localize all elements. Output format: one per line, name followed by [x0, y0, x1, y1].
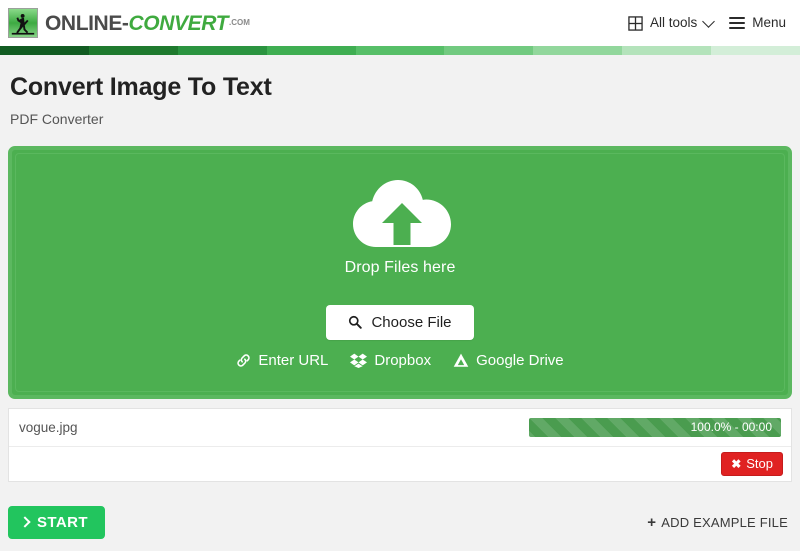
gradient-segment-5 — [444, 46, 534, 55]
upload-progress-label: 100.0% - 00:00 — [690, 420, 772, 435]
add-example-file-label: ADD EXAMPLE FILE — [661, 514, 788, 530]
running-man-logo-icon — [8, 8, 38, 38]
upload-progress-bar: 100.0% - 00:00 — [529, 417, 781, 437]
dropbox-link[interactable]: Dropbox — [350, 352, 431, 369]
google-drive-label: Google Drive — [476, 351, 564, 369]
close-icon: ✖ — [731, 456, 742, 471]
gradient-segment-6 — [533, 46, 623, 55]
gradient-segment-2 — [177, 46, 267, 55]
drop-files-text: Drop Files here — [344, 258, 456, 276]
chevron-right-icon — [19, 516, 31, 528]
grid-icon — [628, 15, 643, 31]
all-tools-menu[interactable]: All tools — [628, 14, 716, 31]
gradient-segment-7 — [622, 46, 712, 55]
page-subtitle: PDF Converter — [10, 110, 104, 127]
upload-progress-fill: 100.0% - 00:00 — [529, 417, 781, 437]
brand-logo[interactable]: ONLINE- CONVERT .COM — [8, 8, 250, 38]
brand-text-green: CONVERT — [128, 11, 229, 35]
brand-text-dark: ONLINE- — [45, 11, 129, 35]
gradient-segment-1 — [88, 46, 178, 55]
enter-url-label: Enter URL — [258, 351, 329, 369]
all-tools-label: All tools — [649, 15, 698, 31]
choose-file-label: Choose File — [371, 313, 452, 331]
stop-button[interactable]: ✖ Stop — [721, 451, 783, 476]
file-dropzone[interactable]: Drop Files here Choose File Enter URL Dr… — [8, 145, 792, 399]
dropzone-wrapper: Drop Files here Choose File Enter URL Dr… — [8, 145, 792, 399]
footer-action-bar: START + ADD EXAMPLE FILE — [0, 493, 800, 551]
page-title: Convert Image To Text — [10, 73, 272, 101]
add-example-file-button[interactable]: + ADD EXAMPLE FILE — [643, 508, 792, 536]
plus-icon: + — [647, 513, 657, 531]
dropbox-icon — [350, 353, 368, 368]
enter-url-link[interactable]: Enter URL — [236, 352, 328, 369]
alternate-source-links: Enter URL Dropbox Google Drive — [12, 352, 788, 369]
gradient-segment-3 — [266, 46, 356, 55]
stop-label: Stop — [746, 456, 773, 472]
menu-label: Menu — [752, 15, 786, 31]
file-actions-row: ✖ Stop — [9, 447, 791, 481]
chevron-down-icon — [702, 14, 716, 28]
google-drive-icon — [453, 353, 469, 368]
main-menu-button[interactable]: Menu — [729, 16, 786, 30]
gradient-segment-8 — [711, 46, 800, 55]
file-name: vogue.jpg — [19, 419, 78, 435]
search-icon — [348, 315, 363, 329]
table-row: vogue.jpg 100.0% - 00:00 — [9, 409, 791, 447]
header-navigation: All tools Menu — [628, 14, 786, 31]
gradient-segment-4 — [355, 46, 445, 55]
hamburger-menu-icon — [729, 17, 746, 29]
file-list-panel: vogue.jpg 100.0% - 00:00 ✖ Stop — [8, 407, 792, 482]
start-label: START — [37, 513, 88, 531]
google-drive-link[interactable]: Google Drive — [453, 352, 564, 369]
page-heading-block: Convert Image To Text PDF Converter — [0, 55, 800, 127]
site-header: ONLINE- CONVERT .COM All tools Menu — [0, 0, 800, 46]
dropbox-label: Dropbox — [374, 351, 432, 369]
brand-wordmark: ONLINE- CONVERT .COM — [45, 13, 250, 34]
brand-text-tld: .COM — [229, 17, 250, 27]
link-icon — [236, 353, 251, 368]
decorative-gradient-bar — [0, 46, 800, 55]
gradient-segment-0 — [0, 46, 89, 55]
start-button[interactable]: START — [8, 505, 105, 539]
cloud-upload-icon — [346, 175, 454, 253]
choose-file-button[interactable]: Choose File — [326, 304, 474, 340]
